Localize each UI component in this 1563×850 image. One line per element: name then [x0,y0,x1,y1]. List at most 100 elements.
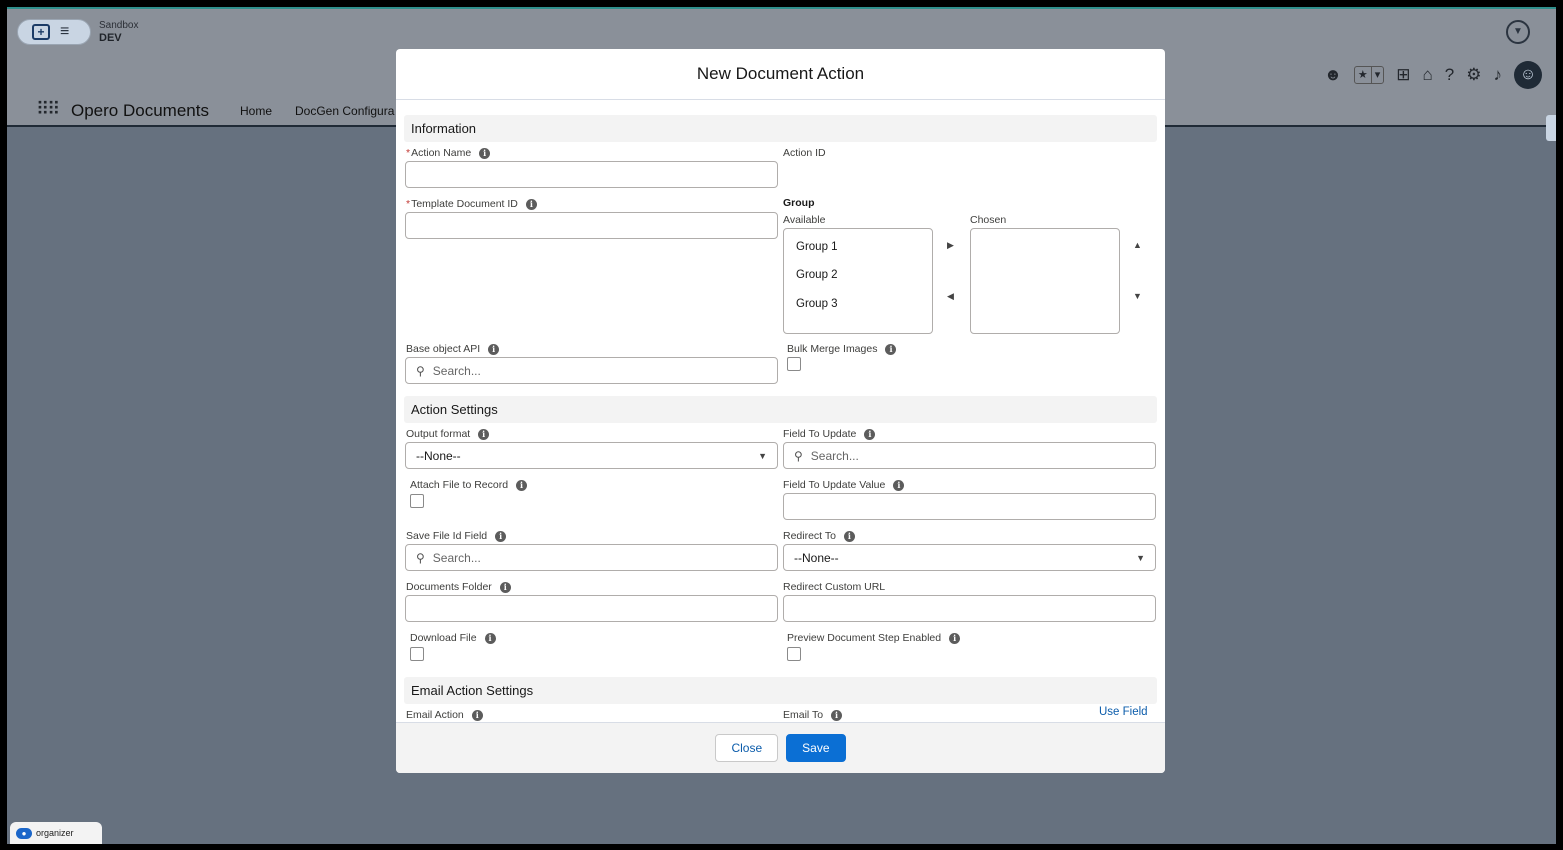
avatar[interactable]: ☺ [1514,61,1542,89]
field-to-update-search-input[interactable]: ⚲ Search... [783,442,1156,469]
nav-item-docgen-configuration[interactable]: DocGen Configura [295,104,394,118]
info-icon[interactable]: i [495,530,507,542]
base-object-api-label: Base object API i [406,343,500,355]
field-to-update-value-input[interactable] [783,493,1156,520]
base-object-api-search-input[interactable]: ⚲ Search... [405,357,778,384]
info-icon[interactable]: i [484,632,496,644]
output-format-value: --None-- [416,448,461,463]
preview-document-step-enabled-label: Preview Document Step Enabled i [787,632,961,644]
info-icon[interactable]: i [478,428,490,440]
list-item[interactable]: Group 2 [796,269,838,281]
menu-icon: ≡ [60,23,70,40]
app-name: Opero Documents [71,101,209,120]
preview-document-step-enabled-checkbox[interactable] [787,647,801,661]
chevron-down-icon[interactable]: ▾ [1370,67,1384,83]
download-file-checkbox[interactable] [410,647,424,661]
save-file-id-field-label-text: Save File Id Field [406,530,488,542]
help-icon[interactable]: ? [1445,65,1454,85]
email-action-label-text: Email Action [406,709,464,721]
section-information: Information [404,115,1157,142]
list-item[interactable]: Group 1 [796,241,838,253]
chevron-down-icon: ▼ [758,451,767,461]
required-indicator: * [406,147,411,159]
attach-file-to-record-label: Attach File to Record i [410,479,528,491]
section-action-settings: Action Settings [404,396,1157,423]
email-to-label-text: Email To [783,709,824,721]
favorites-group[interactable]: ★ ▾ [1353,66,1385,84]
nav-item-home[interactable]: Home [240,104,272,118]
email-action-label: Email Action i [406,709,483,721]
move-up-button[interactable]: ▲ [1133,240,1142,250]
utility-side-tab[interactable] [1546,115,1556,141]
base-object-api-label-text: Base object API [406,343,481,355]
bulk-merge-images-label-text: Bulk Merge Images [787,343,878,355]
chosen-listbox[interactable] [970,228,1120,334]
astro-icon[interactable]: ☻ [1324,65,1342,85]
move-down-button[interactable]: ▼ [1133,291,1142,301]
redirect-to-select[interactable]: --None-- ▼ [783,544,1156,571]
use-field-link[interactable]: Use Field [1099,706,1148,718]
header-icons: ☻ ★ ▾ ⊞ ⌂ ? ⚙ ♪ ☺ [1324,61,1542,89]
redirect-custom-url-label: Redirect Custom URL [783,581,886,593]
output-format-select[interactable]: --None-- ▼ [405,442,778,469]
bulk-merge-images-checkbox[interactable] [787,357,801,371]
new-document-action-modal: New Document Action Information *Action … [396,49,1165,773]
search-icon: ⚲ [794,448,803,463]
info-icon[interactable]: i [525,198,537,210]
app-launcher-icon[interactable]: ⠿⠿ [36,99,60,120]
bulk-merge-images-label: Bulk Merge Images i [787,343,897,355]
info-icon[interactable]: i [831,709,843,721]
trailhead-icon[interactable]: ⌂ [1423,65,1433,85]
search-icon: ⚲ [416,550,425,565]
global-add-icon[interactable]: ⊞ [1396,65,1410,85]
sandbox-label: Sandbox [99,20,139,31]
action-name-label-text: Action Name [411,147,472,159]
redirect-custom-url-input[interactable] [783,595,1156,622]
documents-folder-label-text: Documents Folder [406,581,492,593]
action-id-label: Action ID [783,147,826,159]
modal-body: Information *Action Name i Action ID *Te… [396,100,1165,722]
available-label: Available [783,214,826,226]
move-left-button[interactable]: ◀ [947,291,954,302]
info-icon[interactable]: i [949,632,961,644]
field-to-update-value-label-text: Field To Update Value [783,479,886,491]
group-label: Group [783,197,815,209]
template-document-id-input[interactable] [405,212,778,239]
organizer-tab[interactable]: ● organizer [10,822,102,844]
action-name-input[interactable] [405,161,778,188]
sandbox-bar: + ≡ Sandbox DEV ▼ [7,9,1556,53]
list-item[interactable]: Group 3 [796,298,838,310]
documents-folder-input[interactable] [405,595,778,622]
info-icon[interactable]: i [864,428,876,440]
available-listbox[interactable]: Group 1 Group 2 Group 3 [783,228,933,334]
output-format-label: Output format i [406,428,490,440]
info-icon[interactable]: i [885,343,897,355]
info-icon[interactable]: i [499,581,511,593]
cloud-icon: ● [16,827,32,839]
field-to-update-value-label: Field To Update Value i [783,479,905,491]
star-icon[interactable]: ★ [1355,67,1371,83]
add-icon: + [32,24,50,40]
app-window: + ≡ Sandbox DEV ▼ ☻ ★ ▾ ⊞ ⌂ ? ⚙ ♪ ☺ ⠿⠿ O… [7,7,1556,844]
info-icon[interactable]: i [893,479,905,491]
attach-file-to-record-label-text: Attach File to Record [410,479,509,491]
download-file-label-text: Download File [410,632,477,644]
save-button[interactable]: Save [786,734,846,762]
chevron-down-icon[interactable]: ▼ [1506,20,1530,44]
preview-document-step-enabled-label-text: Preview Document Step Enabled [787,632,942,644]
redirect-to-label-text: Redirect To [783,530,836,542]
template-document-id-label-text: Template Document ID [411,198,518,210]
info-icon[interactable]: i [843,530,855,542]
gear-icon[interactable]: ⚙ [1466,65,1481,85]
move-right-button[interactable]: ▶ [947,240,954,251]
info-icon[interactable]: i [488,343,500,355]
sandbox-env: DEV [99,32,122,44]
bell-icon[interactable]: ♪ [1494,65,1503,85]
info-icon[interactable]: i [516,479,528,491]
info-icon[interactable]: i [471,709,483,721]
attach-file-to-record-checkbox[interactable] [410,494,424,508]
info-icon[interactable]: i [479,147,491,159]
save-file-id-field-search-input[interactable]: ⚲ Search... [405,544,778,571]
close-button[interactable]: Close [715,734,779,762]
app-switcher-toggle[interactable]: + ≡ [17,19,91,45]
